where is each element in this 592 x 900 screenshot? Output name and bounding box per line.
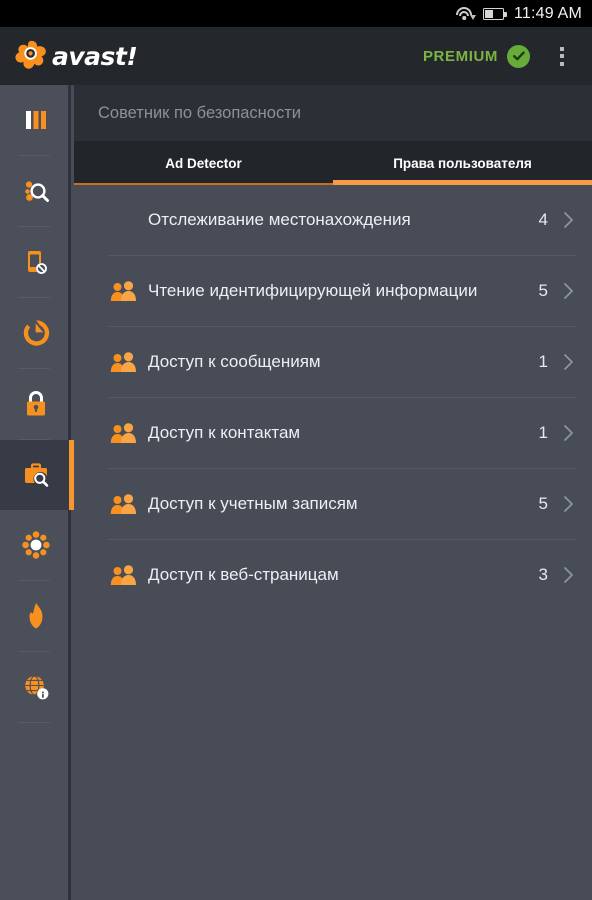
status-clock: 11:49 AM bbox=[513, 4, 582, 22]
app-root: 11:49 AM avast! PREMIUM Советник по безо… bbox=[0, 0, 592, 900]
globe-info-icon bbox=[24, 675, 48, 700]
premium-label: PREMIUM bbox=[422, 47, 498, 65]
tab-bar: Ad Detector Права пользователя bbox=[74, 141, 592, 185]
chevron-right-icon bbox=[564, 496, 573, 512]
padlock-icon bbox=[26, 391, 45, 416]
avast-logo[interactable]: avast! bbox=[14, 40, 138, 72]
sidebar-item-call-blocker[interactable] bbox=[0, 227, 71, 297]
group-people-icon bbox=[110, 281, 136, 301]
android-status-bar: 11:49 AM bbox=[0, 0, 592, 27]
list-item[interactable]: Доступ к контактам 1 bbox=[74, 398, 592, 468]
list-item[interactable]: Чтение идентифицирующей информации 5 bbox=[74, 256, 592, 326]
group-people-icon bbox=[110, 352, 136, 372]
list-item[interactable]: Отслеживание местонахождения 4 bbox=[74, 185, 592, 255]
sidebar-item-app-lock[interactable] bbox=[0, 369, 71, 439]
action-bar: avast! PREMIUM bbox=[0, 27, 592, 85]
list-item[interactable]: Доступ к сообщениям 1 bbox=[74, 327, 592, 397]
virus-scan-magnifier-icon bbox=[24, 181, 49, 202]
chevron-right-icon bbox=[564, 425, 573, 441]
status-icon-group: 11:49 AM bbox=[456, 5, 582, 23]
green-check-circle-icon bbox=[507, 44, 530, 68]
chevron-right-icon bbox=[564, 283, 573, 299]
list-item-count: 3 bbox=[538, 565, 548, 584]
content-panel: Советник по безопасности Ad Detector Пра… bbox=[74, 85, 592, 900]
list-item-count: 1 bbox=[538, 423, 548, 442]
sidebar-item-backup[interactable] bbox=[0, 298, 71, 368]
sidebar-item-scan[interactable] bbox=[0, 156, 71, 226]
permissions-list: Отслеживание местонахождения 4 Чтение ид… bbox=[74, 185, 592, 610]
list-item-label: Доступ к контактам bbox=[148, 423, 301, 442]
sidebar-item-firewall[interactable] bbox=[0, 581, 71, 651]
chevron-right-icon bbox=[564, 354, 573, 370]
list-item-label: Отслеживание местонахождения bbox=[148, 210, 411, 229]
sidebar-item-cleanup[interactable] bbox=[0, 510, 71, 580]
list-item-label: Доступ к учетным записям bbox=[148, 494, 358, 513]
sidebar-navigation bbox=[0, 85, 74, 900]
list-item-label: Доступ к сообщениям bbox=[148, 352, 321, 371]
asterisk-burst-icon bbox=[21, 531, 50, 559]
phone-block-icon bbox=[27, 251, 47, 275]
wifi-icon bbox=[456, 7, 473, 20]
list-item-count: 1 bbox=[538, 352, 548, 371]
refresh-circle-icon bbox=[23, 320, 49, 346]
group-people-icon bbox=[110, 423, 136, 443]
chevron-right-icon bbox=[564, 567, 573, 583]
avast-splat-logo-icon bbox=[14, 40, 48, 72]
group-people-icon bbox=[110, 494, 136, 514]
tab-user-rights[interactable]: Права пользователя bbox=[333, 141, 592, 185]
list-item-label: Чтение идентифицирующей информации bbox=[148, 281, 478, 300]
list-item-count: 5 bbox=[538, 494, 548, 513]
battery-half-icon bbox=[482, 7, 507, 20]
action-bar-right: PREMIUM bbox=[413, 34, 592, 78]
premium-badge[interactable]: PREMIUM bbox=[413, 39, 540, 74]
overflow-menu-icon[interactable] bbox=[540, 34, 584, 78]
list-item[interactable]: Доступ к веб-страницам 3 bbox=[74, 540, 592, 610]
list-item-count: 4 bbox=[538, 210, 548, 229]
avast-wordmark: avast! bbox=[52, 41, 138, 71]
tab-user-rights-label: Права пользователя bbox=[393, 155, 532, 171]
list-item[interactable]: Доступ к учетным записям 5 bbox=[74, 469, 592, 539]
sidebar-item-network-meter[interactable] bbox=[0, 652, 71, 722]
chevron-right-icon bbox=[564, 212, 573, 228]
list-item-count: 5 bbox=[538, 281, 548, 300]
dashboard-bars-icon bbox=[25, 111, 46, 129]
sidebar-divider bbox=[18, 722, 50, 723]
page-title-bar: Советник по безопасности bbox=[74, 85, 592, 141]
group-people-icon bbox=[110, 565, 136, 585]
list-item-label: Доступ к веб-страницам bbox=[148, 565, 339, 584]
tab-ad-detector-label: Ad Detector bbox=[165, 155, 242, 171]
briefcase-magnifier-icon bbox=[24, 463, 48, 487]
tab-ad-detector[interactable]: Ad Detector bbox=[74, 141, 333, 185]
sidebar-item-dashboard[interactable] bbox=[0, 85, 71, 155]
sidebar-item-app-advisor[interactable] bbox=[0, 440, 74, 510]
page-title: Советник по безопасности bbox=[98, 103, 301, 122]
flame-icon bbox=[29, 603, 42, 629]
